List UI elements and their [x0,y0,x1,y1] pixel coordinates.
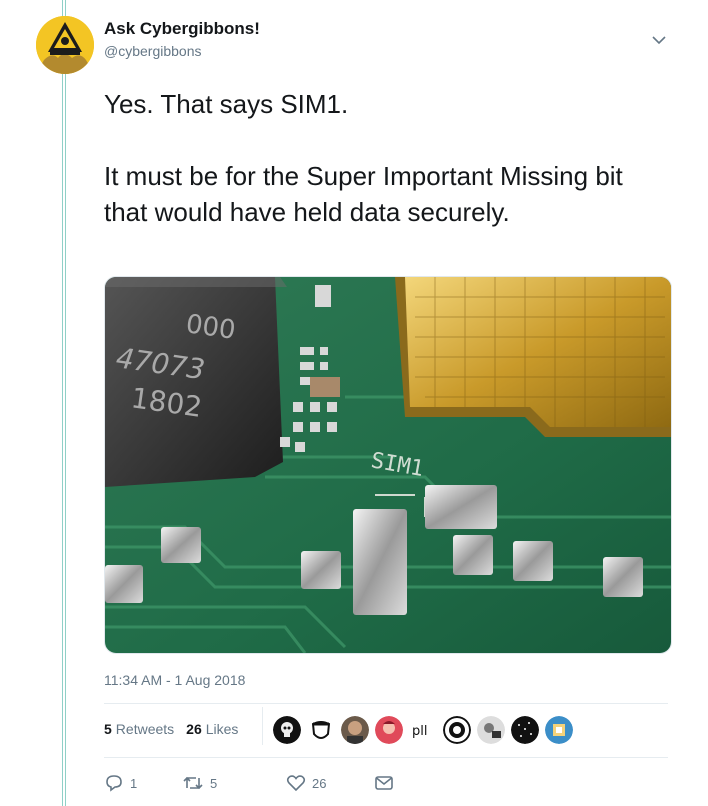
likers-avatars: pll [272,715,578,745]
tweet-actions: 1 5 26 [104,772,394,794]
liker-avatar-mask[interactable] [306,715,336,745]
tweet-line-2: It must be for the Super Important Missi… [104,161,623,227]
likes-stat[interactable]: 26 Likes [186,721,238,737]
tweet-line-1: Yes. That says SIM1. [104,89,349,119]
reply-count: 1 [130,775,138,791]
liker-avatar-stars[interactable] [510,715,540,745]
liker-avatar-red[interactable] [374,715,404,745]
likes-count: 26 [186,721,202,737]
liker-avatar-pll[interactable]: pll [408,715,438,745]
like-count: 26 [312,775,327,791]
author-handle[interactable]: @cybergibbons [104,42,202,60]
gibbon-hazard-avatar-icon [36,16,94,74]
retweet-count: 5 [210,775,218,791]
heart-icon [286,775,306,792]
divider-bottom [104,757,668,758]
direct-message-button[interactable] [374,773,394,793]
avatar[interactable] [36,16,94,74]
likes-label: Likes [205,721,239,737]
engagement-stats: 5 Retweets 26 Likes [104,718,238,740]
reply-button[interactable]: 1 [104,773,182,793]
tweet-paragraph-gap [104,122,664,158]
retweets-count: 5 [104,721,112,737]
thread-line [62,0,66,806]
reply-icon [106,775,122,792]
envelope-icon [375,776,393,790]
liker-avatar-photo[interactable] [476,715,506,745]
author-name[interactable]: Ask Cybergibbons! [104,18,260,40]
liker-avatar-blue[interactable] [544,715,574,745]
like-button[interactable]: 26 [286,773,374,793]
liker-avatar-face[interactable] [340,715,370,745]
retweet-icon [183,776,203,790]
tweet-timestamp[interactable]: 11:34 AM - 1 Aug 2018 [104,671,245,689]
liker-avatar-skull[interactable] [272,715,302,745]
tweet-photo[interactable]: 000 47073 1802 SIM1 [104,276,672,654]
chevron-down-icon[interactable] [651,32,667,48]
stats-separator [262,707,263,745]
svg-text:pll: pll [412,724,427,739]
divider-top [104,703,668,704]
circuit-board-photo-icon: 000 47073 1802 SIM1 [105,277,671,653]
retweets-stat[interactable]: 5 Retweets [104,721,174,737]
retweets-label: Retweets [115,721,175,737]
liker-avatar-cg[interactable] [442,715,472,745]
retweet-button[interactable]: 5 [182,773,286,793]
tweet-text: Yes. That says SIM1. It must be for the … [104,86,664,230]
